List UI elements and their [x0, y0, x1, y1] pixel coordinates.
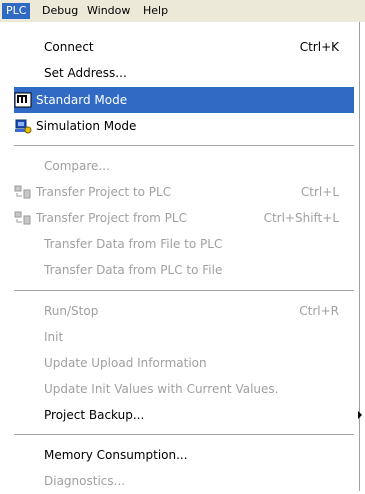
menu-item-label: Connect: [44, 40, 94, 54]
transfer-to-plc-icon: [14, 184, 32, 200]
menu-item-label: Update Upload Information: [44, 356, 207, 370]
menu-item-label: Transfer Data from PLC to File: [44, 263, 223, 277]
menu-item-shortcut: Ctrl+Shift+L: [263, 211, 339, 225]
menu-item-init[interactable]: Init: [14, 324, 354, 350]
menu-item-label: Memory Consumption...: [44, 448, 188, 462]
menu-item-standard-mode[interactable]: Standard Mode: [14, 87, 354, 113]
plc-dropdown-menu: Connect Ctrl+K Set Address... Standard M…: [0, 22, 362, 494]
menu-item-label: Diagnostics...: [44, 474, 126, 488]
menu-separator: [14, 434, 354, 436]
menu-item-label: Update Init Values with Current Values.: [44, 382, 279, 396]
menu-debug[interactable]: Debug: [38, 3, 82, 19]
menu-item-label: Simulation Mode: [36, 119, 137, 133]
menu-item-set-address[interactable]: Set Address...: [14, 60, 354, 86]
menu-separator: [14, 290, 354, 292]
menu-item-label: Transfer Project from PLC: [36, 211, 187, 225]
menu-item-label: Init: [44, 330, 64, 344]
menu-bar: PLC Debug Window Help: [0, 0, 365, 22]
menu-item-transfer-data-plc-to-file[interactable]: Transfer Data from PLC to File: [14, 257, 354, 283]
menu-item-label: Transfer Project to PLC: [36, 185, 172, 199]
menu-item-shortcut: Ctrl+L: [300, 185, 339, 199]
menu-item-label: Transfer Data from File to PLC: [44, 237, 223, 251]
standard-mode-icon: [14, 92, 32, 108]
menu-item-memory-consumption[interactable]: Memory Consumption...: [14, 442, 354, 468]
menu-item-label: Standard Mode: [36, 93, 128, 107]
menu-item-update-init-values[interactable]: Update Init Values with Current Values.: [14, 376, 354, 402]
menu-help[interactable]: Help: [139, 3, 172, 19]
transfer-from-plc-icon: [14, 210, 32, 226]
menu-item-simulation-mode[interactable]: Simulation Mode: [14, 113, 354, 139]
menu-item-connect[interactable]: Connect Ctrl+K: [14, 34, 354, 60]
menu-item-label: Project Backup...: [44, 408, 145, 422]
menu-item-transfer-data-file-to-plc[interactable]: Transfer Data from File to PLC: [14, 231, 354, 257]
menu-plc[interactable]: PLC: [2, 3, 31, 19]
menu-separator: [14, 145, 354, 147]
menu-item-label: Compare...: [44, 159, 110, 173]
simulation-mode-icon: [14, 118, 32, 134]
menu-item-run-stop[interactable]: Run/Stop Ctrl+R: [14, 298, 354, 324]
menu-item-compare[interactable]: Compare...: [14, 153, 354, 179]
menu-window[interactable]: Window: [83, 3, 134, 19]
menu-item-diagnostics[interactable]: Diagnostics...: [14, 468, 354, 494]
menu-item-project-backup[interactable]: Project Backup...: [14, 402, 362, 428]
menu-item-update-upload-information[interactable]: Update Upload Information: [14, 350, 354, 376]
menu-border: [359, 22, 360, 491]
menu-item-label: Set Address...: [44, 66, 127, 80]
menu-item-label: Run/Stop: [44, 304, 99, 318]
menu-item-transfer-project-to-plc[interactable]: Transfer Project to PLC Ctrl+L: [14, 179, 354, 205]
submenu-arrow-icon: [358, 411, 362, 419]
menu-item-shortcut: Ctrl+R: [299, 304, 339, 318]
menu-item-shortcut: Ctrl+K: [299, 40, 339, 54]
menu-item-transfer-project-from-plc[interactable]: Transfer Project from PLC Ctrl+Shift+L: [14, 205, 354, 231]
